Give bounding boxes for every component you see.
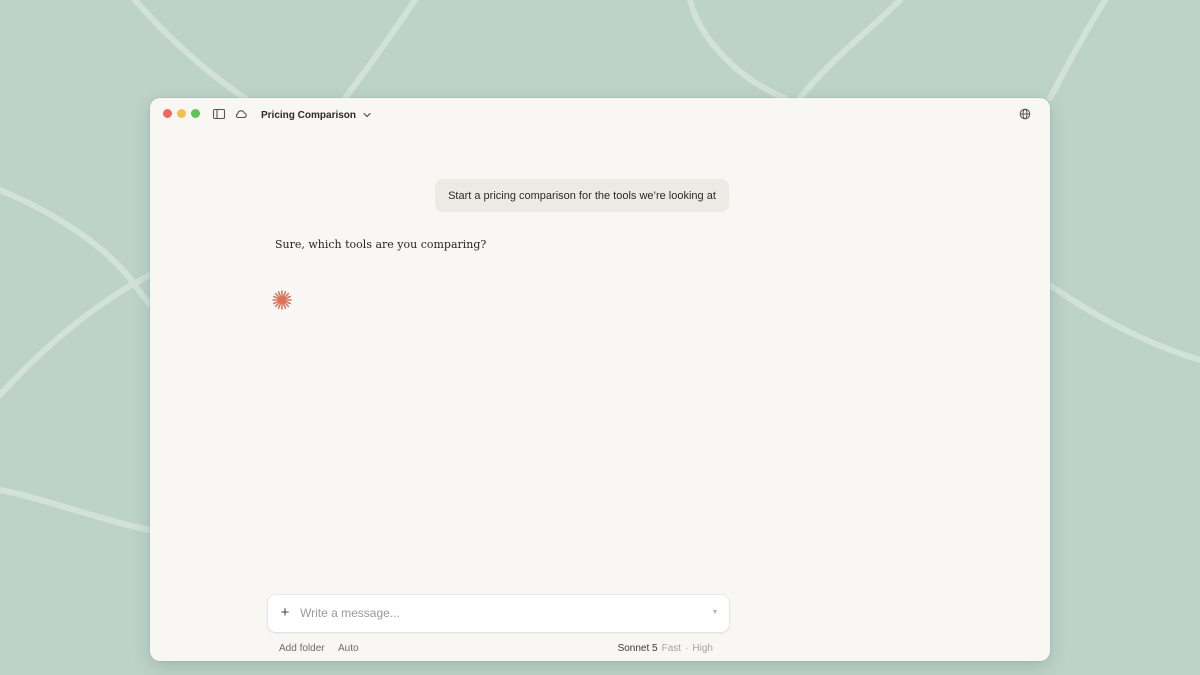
send-indicator-icon[interactable]: ▼ (711, 608, 719, 618)
chevron-down-icon (363, 112, 371, 118)
user-message-text: Start a pricing comparison for the tools… (448, 189, 716, 202)
message-composer: + ▼ (268, 595, 729, 632)
titlebar: Pricing Comparison (150, 98, 1050, 132)
sidebar-toggle-icon[interactable] (212, 107, 226, 121)
model-name: Sonnet 5 (617, 642, 658, 654)
model-separator: · (685, 642, 689, 654)
add-attachment-button[interactable]: + (278, 604, 292, 622)
model-speed: Fast (661, 642, 682, 654)
zoom-window-button[interactable] (191, 109, 200, 118)
conversation-title: Pricing Comparison (261, 109, 357, 121)
model-selector[interactable]: Sonnet 5 Fast · High (618, 641, 713, 655)
assistant-message-text: Sure, which tools are you comparing? (275, 238, 487, 251)
minimize-window-button[interactable] (177, 109, 186, 118)
close-window-button[interactable] (163, 109, 172, 118)
cloud-icon[interactable] (234, 107, 248, 121)
mode-selector[interactable]: Auto (338, 641, 359, 655)
user-message-bubble: Start a pricing comparison for the tools… (435, 179, 729, 212)
globe-icon[interactable] (1018, 107, 1032, 121)
app-window: Pricing Comparison Start a pricing compa… (150, 98, 1050, 661)
spark-icon (272, 290, 292, 310)
model-effort: High (692, 642, 713, 654)
add-folder-button[interactable]: Add folder (279, 641, 325, 655)
conversation-title-dropdown[interactable]: Pricing Comparison (261, 107, 372, 123)
message-input[interactable] (300, 603, 700, 623)
